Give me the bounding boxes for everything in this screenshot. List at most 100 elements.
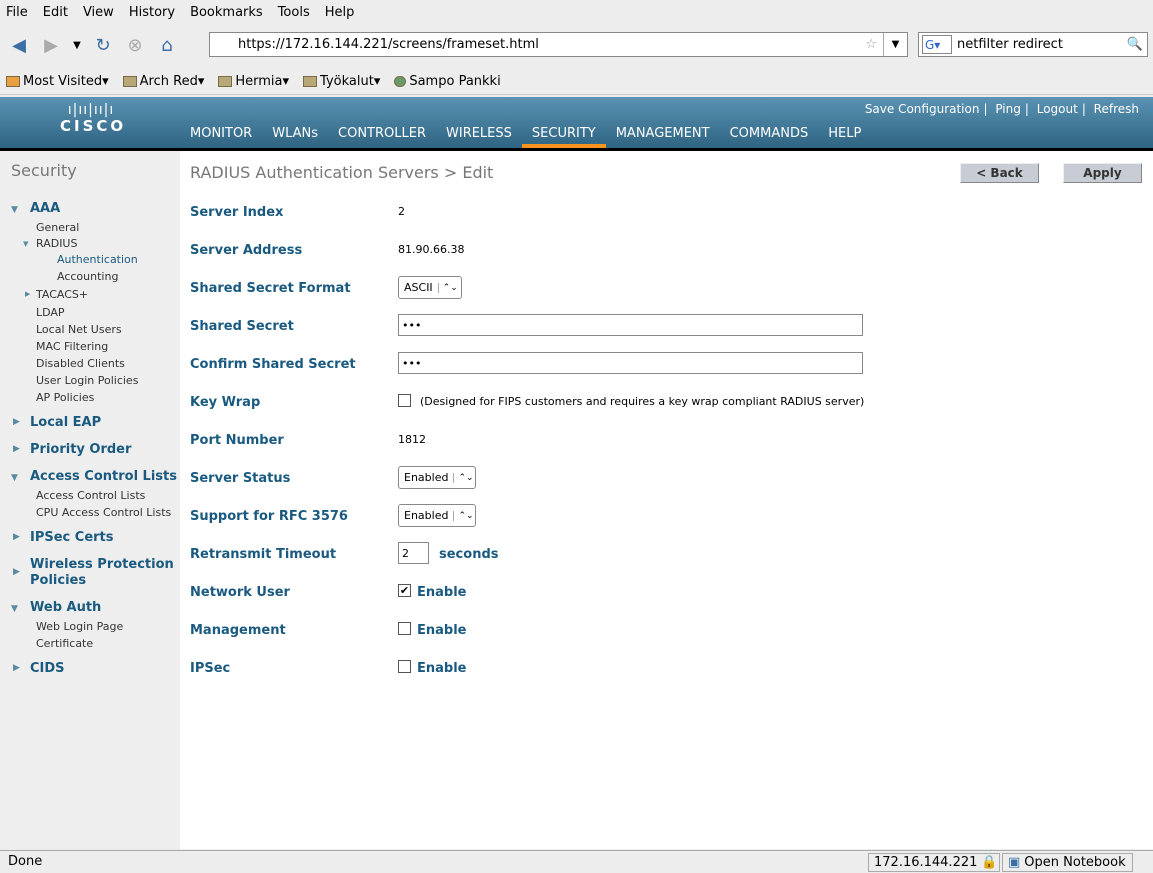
ping-link[interactable]: Ping bbox=[995, 102, 1021, 116]
tab-management[interactable]: MANAGEMENT bbox=[606, 124, 720, 148]
updown-icon: ⌃⌄ bbox=[437, 282, 462, 293]
sidebar-item-accounting[interactable]: Accounting bbox=[57, 270, 118, 283]
rfc3576-select[interactable]: Enabled ⌃⌄ bbox=[398, 504, 476, 527]
tab-security[interactable]: SECURITY bbox=[521, 124, 606, 148]
sidebar-item-priority-order[interactable]: Priority Order bbox=[30, 442, 131, 457]
logout-link[interactable]: Logout bbox=[1037, 102, 1078, 116]
save-configuration-link[interactable]: Save Configuration bbox=[865, 102, 980, 116]
network-user-checkbox[interactable]: ✔ bbox=[398, 584, 411, 597]
search-bar[interactable]: G▾ netfilter redirect 🔍 bbox=[918, 32, 1148, 57]
tab-wireless[interactable]: WIRELESS bbox=[436, 124, 522, 148]
label: IPSec bbox=[190, 661, 231, 676]
url-dropdown-icon[interactable]: ▼ bbox=[883, 33, 907, 56]
server-status-select[interactable]: Enabled ⌃⌄ bbox=[398, 466, 476, 489]
secret-format-select[interactable]: ASCII ⌃⌄ bbox=[398, 276, 462, 299]
sidebar-item-web-auth[interactable]: Web Auth bbox=[30, 600, 101, 615]
menu-help[interactable]: Help bbox=[325, 5, 355, 20]
bookmark-arch-red[interactable]: Arch Red ▾ bbox=[122, 73, 204, 89]
sidebar-item-ap-policies[interactable]: AP Policies bbox=[36, 391, 94, 404]
sidebar-item-authentication[interactable]: Authentication bbox=[57, 253, 138, 266]
sidebar-item-ipsec-certs[interactable]: IPSec Certs bbox=[30, 530, 114, 545]
sidebar-item-user-login-policies[interactable]: User Login Policies bbox=[36, 374, 138, 387]
updown-icon: ⌃⌄ bbox=[453, 510, 477, 521]
sidebar-item-disabled-clients[interactable]: Disabled Clients bbox=[36, 357, 125, 370]
sidebar-item-local-net-users[interactable]: Local Net Users bbox=[36, 323, 122, 336]
reload-icon[interactable]: ↻ bbox=[90, 33, 116, 59]
option-label: Enable bbox=[417, 623, 467, 638]
sidebar-item-cpu-acl[interactable]: CPU Access Control Lists bbox=[36, 506, 171, 519]
menu-file[interactable]: File bbox=[6, 5, 28, 20]
label: Support for RFC 3576 bbox=[190, 509, 348, 524]
sidebar-item-ldap[interactable]: LDAP bbox=[36, 306, 65, 319]
menu-edit[interactable]: Edit bbox=[43, 5, 68, 20]
sidebar-item-access-control-lists[interactable]: Access Control Lists bbox=[30, 469, 177, 484]
timeout-input[interactable]: 2 bbox=[398, 542, 429, 564]
tab-help[interactable]: HELP bbox=[818, 124, 871, 148]
tab-commands[interactable]: COMMANDS bbox=[720, 124, 819, 148]
collapsed-icon[interactable]: ▶ bbox=[13, 532, 20, 542]
menu-history[interactable]: History bbox=[129, 5, 175, 20]
expanded-icon[interactable]: ▼ bbox=[11, 473, 18, 483]
bookmark-label: Arch Red bbox=[139, 73, 198, 89]
search-engine-icon[interactable]: G▾ bbox=[922, 35, 952, 54]
label: Shared Secret Format bbox=[190, 281, 351, 296]
collapsed-icon[interactable]: ▶ bbox=[13, 567, 20, 577]
expanded-icon[interactable]: ▼ bbox=[11, 205, 18, 215]
sidebar-item-tacacs[interactable]: TACACS+ bbox=[36, 288, 88, 301]
sidebar-item-mac-filtering[interactable]: MAC Filtering bbox=[36, 340, 108, 353]
menu-view[interactable]: View bbox=[83, 5, 114, 20]
cisco-header: ı|ıı|ıı|ı CISCO Save Configuration | Ping |… bbox=[0, 97, 1153, 148]
bookmark-sampo-pankki[interactable]: Sampo Pankki bbox=[394, 74, 501, 89]
sidebar-item-acl[interactable]: Access Control Lists bbox=[36, 489, 145, 502]
url-bar[interactable]: https://172.16.144.221/screens/frameset.… bbox=[209, 32, 908, 57]
tab-wlans[interactable]: WLANs bbox=[262, 124, 328, 148]
confirm-secret-input[interactable]: ••• bbox=[398, 352, 863, 374]
collapsed-icon[interactable]: ▶ bbox=[25, 290, 30, 298]
timeout-row: Retransmit Timeout 2 seconds bbox=[190, 542, 1130, 565]
sidebar-item-web-login-page[interactable]: Web Login Page bbox=[36, 620, 123, 633]
bookmark-tyokalut[interactable]: Työkalut ▾ bbox=[303, 74, 380, 89]
sidebar: Security ▼ AAA General ▼ RADIUS Authenti… bbox=[0, 151, 180, 849]
bookmark-star-icon[interactable]: ☆ bbox=[865, 37, 877, 52]
back-button[interactable]: < Back bbox=[960, 163, 1039, 183]
menu-bookmarks[interactable]: Bookmarks bbox=[190, 5, 263, 20]
collapsed-icon[interactable]: ▶ bbox=[13, 444, 20, 454]
select-value: Enabled bbox=[404, 509, 449, 522]
tab-controller[interactable]: CONTROLLER bbox=[328, 124, 436, 148]
refresh-link[interactable]: Refresh bbox=[1094, 102, 1139, 116]
sidebar-item-cids[interactable]: CIDS bbox=[30, 661, 65, 676]
server-status-row: Server Status Enabled ⌃⌄ bbox=[190, 466, 1130, 489]
sidebar-item-certificate[interactable]: Certificate bbox=[36, 637, 93, 650]
search-icon[interactable]: 🔍 bbox=[1127, 37, 1143, 52]
shared-secret-input[interactable]: ••• bbox=[398, 314, 863, 336]
bookmark-label: Työkalut bbox=[320, 73, 374, 89]
history-dropdown-icon[interactable]: ▼ bbox=[70, 33, 84, 59]
forward-icon[interactable]: ▶ bbox=[38, 33, 64, 59]
sidebar-title: Security bbox=[11, 161, 77, 180]
sidebar-item-aaa[interactable]: AAA bbox=[30, 201, 60, 216]
sidebar-item-wireless-protection-policies[interactable]: Policies bbox=[30, 573, 86, 588]
key-wrap-checkbox[interactable] bbox=[398, 394, 411, 407]
expanded-icon[interactable]: ▼ bbox=[11, 604, 18, 614]
collapsed-icon[interactable]: ▶ bbox=[13, 663, 20, 673]
bookmarks-toolbar: Most Visited ▾ Arch Red ▾ Hermia ▾ Työkalut… bbox=[0, 68, 1153, 95]
bookmark-hermia[interactable]: Hermia ▾ bbox=[218, 74, 289, 89]
collapsed-icon[interactable]: ▶ bbox=[13, 417, 20, 427]
sidebar-item-radius[interactable]: RADIUS bbox=[36, 237, 77, 250]
open-notebook-button[interactable]: ▣ Open Notebook bbox=[1002, 853, 1133, 872]
sidebar-item-general[interactable]: General bbox=[36, 221, 79, 234]
sidebar-item-wireless-protection[interactable]: Wireless Protection bbox=[30, 557, 174, 572]
ipsec-checkbox[interactable] bbox=[398, 660, 411, 673]
menu-tools[interactable]: Tools bbox=[278, 5, 310, 20]
apply-button[interactable]: Apply bbox=[1063, 163, 1142, 183]
sidebar-item-local-eap[interactable]: Local EAP bbox=[30, 415, 101, 430]
back-icon[interactable]: ◀ bbox=[6, 33, 32, 59]
lock-icon[interactable]: 🔒 bbox=[981, 855, 997, 870]
port-row: Port Number 1812 bbox=[190, 431, 1130, 451]
home-icon[interactable]: ⌂ bbox=[154, 33, 180, 59]
bookmark-most-visited[interactable]: Most Visited ▾ bbox=[6, 74, 109, 89]
management-checkbox[interactable] bbox=[398, 622, 411, 635]
stop-icon[interactable]: ⊗ bbox=[122, 33, 148, 59]
expanded-icon[interactable]: ▼ bbox=[23, 240, 28, 248]
tab-monitor[interactable]: MONITOR bbox=[180, 124, 262, 148]
